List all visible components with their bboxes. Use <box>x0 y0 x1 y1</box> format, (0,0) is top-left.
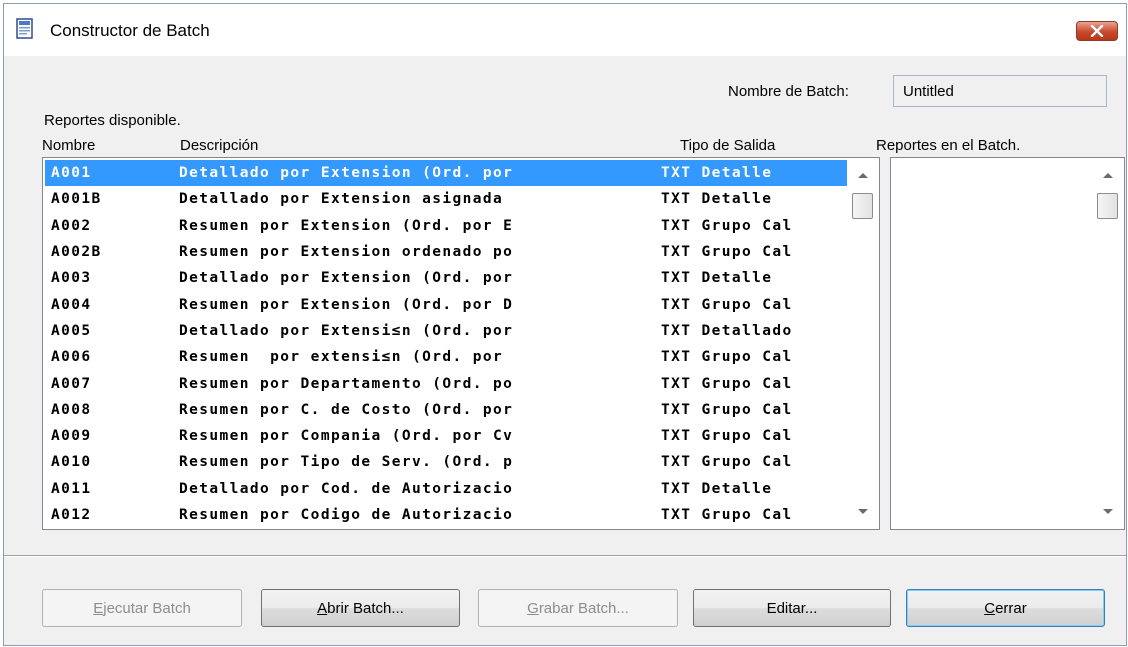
report-row[interactable]: A012 Resumen por Codigo de Autorizacio TXT… <box>45 502 847 528</box>
scroll-down-arrow[interactable] <box>1092 501 1124 523</box>
report-output-type: TXT Grupo Cal <box>661 217 793 234</box>
scroll-thumb[interactable] <box>1097 193 1118 219</box>
report-description: Resumen por Tipo de Serv. (Ord. p <box>179 454 514 471</box>
report-description: Detallado por Extension (Ord. por <box>179 270 514 287</box>
scroll-up-arrow[interactable] <box>847 164 879 186</box>
report-row[interactable]: A001B Detallado por Extension asignada TXT… <box>45 186 847 212</box>
app-icon <box>16 18 33 39</box>
close-window-button[interactable] <box>1076 21 1118 41</box>
batch-name-label: Nombre de Batch: <box>728 83 849 100</box>
open-batch-button[interactable]: Abrir Batch... <box>261 589 460 627</box>
report-code: A010 <box>51 454 92 471</box>
report-description: Resumen por Compania (Ord. por Cv <box>179 428 514 445</box>
report-code: A011 <box>51 480 92 497</box>
window-title: Constructor de Batch <box>50 21 210 40</box>
report-code: A012 <box>51 507 92 523</box>
report-output-type: TXT Grupo Cal <box>661 349 793 366</box>
report-code: A001B <box>51 191 102 208</box>
report-output-type: TXT Grupo Cal <box>661 244 793 261</box>
report-code: A002B <box>51 244 102 261</box>
report-description: Resumen por Codigo de Autorizacio <box>179 507 514 523</box>
report-row[interactable]: A003 Detallado por Extension (Ord. por TXT… <box>45 265 847 291</box>
title-bar: Constructor de Batch <box>4 4 1126 56</box>
report-output-type: TXT Detalle <box>661 270 773 287</box>
report-code: A007 <box>51 375 92 392</box>
report-output-type: TXT Grupo Cal <box>661 401 793 418</box>
report-code: A003 <box>51 270 92 287</box>
batch-reports-list[interactable] <box>890 157 1125 530</box>
column-header-output-type[interactable]: Tipo de Salida <box>680 137 775 154</box>
edit-button[interactable]: Editar... <box>693 589 891 627</box>
save-batch-button[interactable]: Grabar Batch... <box>478 589 678 627</box>
report-description: Resumen por Extension ordenado po <box>179 244 514 261</box>
report-code: A004 <box>51 296 92 313</box>
close-icon <box>1090 25 1104 37</box>
report-row[interactable]: A002 Resumen por Extension (Ord. por E TXT… <box>45 213 847 239</box>
column-header-name[interactable]: Nombre <box>42 137 95 154</box>
report-description: Resumen por extensi≤n (Ord. por <box>179 349 504 366</box>
report-row[interactable]: A002B Resumen por Extension ordenado po TX… <box>45 239 847 265</box>
available-reports-scrollbar[interactable] <box>847 158 879 529</box>
available-reports-list[interactable]: A001 Detallado por Extension (Ord. por TXT… <box>42 157 880 530</box>
batch-reports-scrollbar[interactable] <box>1092 158 1124 529</box>
report-output-type: TXT Grupo Cal <box>661 507 793 523</box>
report-row[interactable]: A004 Resumen por Extension (Ord. por D TXT… <box>45 291 847 317</box>
report-code: A005 <box>51 322 92 339</box>
report-output-type: TXT Detalle <box>661 165 773 182</box>
report-output-type: TXT Detalle <box>661 191 773 208</box>
report-code: A009 <box>51 428 92 445</box>
report-description: Resumen por Extension (Ord. por E <box>179 217 514 234</box>
report-output-type: TXT Grupo Cal <box>661 454 793 471</box>
run-batch-button[interactable]: Ejecutar Batch <box>42 589 242 627</box>
scroll-down-arrow[interactable] <box>847 501 879 523</box>
chevron-up-icon <box>1103 173 1113 178</box>
report-row[interactable]: A006 Resumen por extensi≤n (Ord. por TXT G… <box>45 344 847 370</box>
report-output-type: TXT Grupo Cal <box>661 375 793 392</box>
report-row[interactable]: A010 Resumen por Tipo de Serv. (Ord. p TXT… <box>45 449 847 475</box>
scroll-up-arrow[interactable] <box>1092 164 1124 186</box>
scroll-thumb[interactable] <box>852 193 873 219</box>
report-description: Resumen por C. de Costo (Ord. por <box>179 401 514 418</box>
report-code: A006 <box>51 349 92 366</box>
report-description: Detallado por Extension (Ord. por <box>179 165 514 182</box>
report-row[interactable]: A011 Detallado por Cod. de Autorizacio TXT… <box>45 476 847 502</box>
close-button[interactable]: Cerrar <box>906 589 1105 627</box>
report-output-type: TXT Detalle <box>661 480 773 497</box>
report-description: Resumen por Departamento (Ord. po <box>179 375 514 392</box>
report-row[interactable]: A007 Resumen por Departamento (Ord. po TXT… <box>45 370 847 396</box>
chevron-down-icon <box>1103 509 1113 514</box>
report-row[interactable]: A001 Detallado por Extension (Ord. por TXT… <box>45 160 847 187</box>
report-description: Detallado por Extension asignada <box>179 191 504 208</box>
available-reports-label: Reportes disponible. <box>44 112 181 129</box>
report-output-type: TXT Grupo Cal <box>661 296 793 313</box>
batch-reports-label: Reportes en el Batch. <box>876 137 1021 154</box>
chevron-down-icon <box>858 509 868 514</box>
batch-name-field[interactable]: Untitled <box>893 75 1107 107</box>
report-output-type: TXT Detallado <box>661 322 793 339</box>
report-code: A008 <box>51 401 92 418</box>
report-row[interactable]: A005 Detallado por Extensi≤n (Ord. por TXT… <box>45 318 847 344</box>
report-code: A002 <box>51 217 92 234</box>
report-output-type: TXT Grupo Cal <box>661 428 793 445</box>
report-description: Detallado por Extensi≤n (Ord. por <box>179 322 514 339</box>
report-row[interactable]: A008 Resumen por C. de Costo (Ord. por TXT… <box>45 397 847 423</box>
batch-builder-window: Constructor de Batch Nombre de Batch: Un… <box>3 3 1127 646</box>
column-header-description[interactable]: Descripción <box>180 137 258 154</box>
report-row[interactable]: A009 Resumen por Compania (Ord. por Cv TXT… <box>45 423 847 449</box>
chevron-up-icon <box>858 173 868 178</box>
report-code: A001 <box>51 165 92 182</box>
report-description: Resumen por Extension (Ord. por D <box>179 296 514 313</box>
report-description: Detallado por Cod. de Autorizacio <box>179 480 514 497</box>
separator <box>4 555 1126 557</box>
